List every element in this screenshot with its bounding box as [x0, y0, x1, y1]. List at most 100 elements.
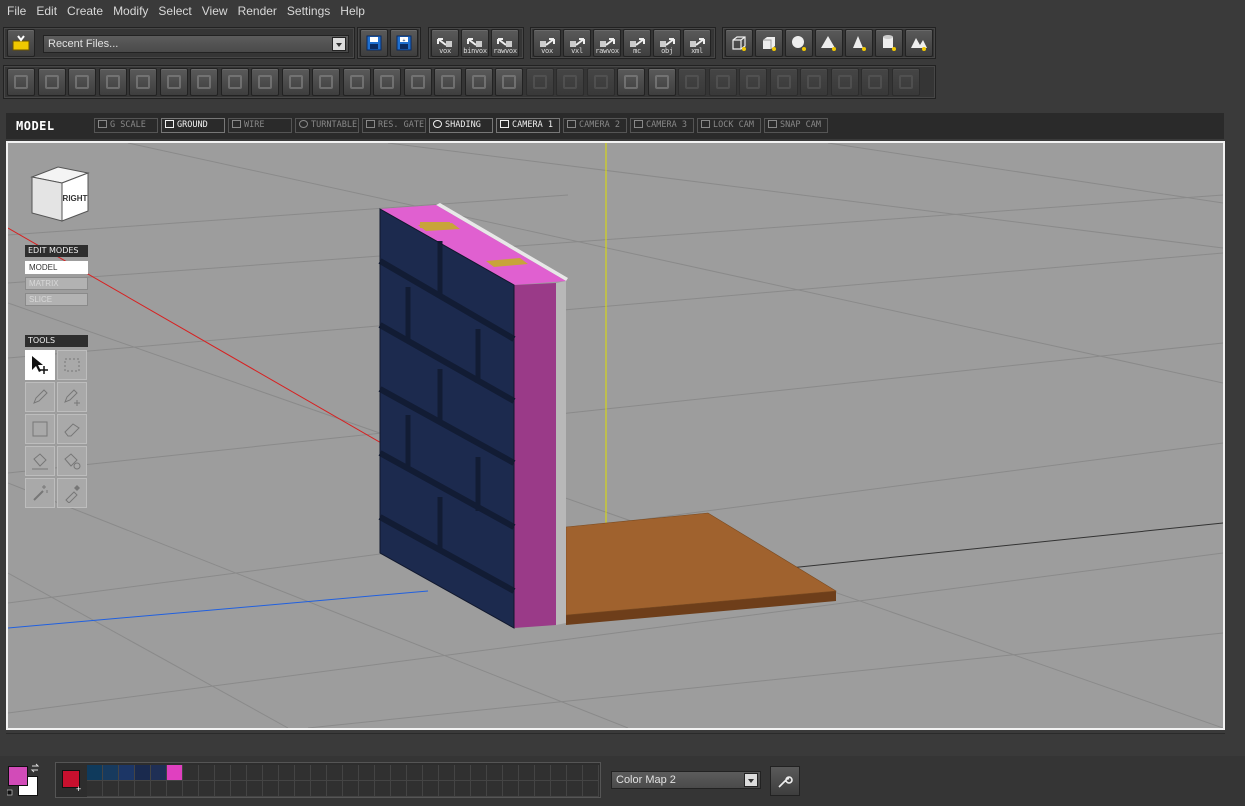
move-y-button[interactable] — [251, 68, 279, 96]
palette-cell[interactable] — [247, 781, 263, 797]
mode-slice-button[interactable]: SLICE — [25, 293, 88, 306]
palette-cell[interactable] — [199, 765, 215, 781]
unpack-button[interactable] — [708, 68, 737, 96]
pencil-tool[interactable] — [25, 382, 55, 412]
palette-cell[interactable] — [471, 765, 487, 781]
select-move-tool[interactable] — [25, 350, 55, 380]
toggle-shading[interactable]: SHADING — [429, 118, 493, 133]
import-xml-button[interactable]: xml — [683, 29, 711, 57]
create-box-button[interactable] — [755, 29, 783, 57]
add-color-icon[interactable]: + — [76, 784, 81, 794]
create-cube-outline-button[interactable] — [725, 29, 753, 57]
palette-cell[interactable] — [471, 781, 487, 797]
palette-cell[interactable] — [215, 765, 231, 781]
palette-cell[interactable] — [135, 765, 151, 781]
scene-canvas[interactable] — [8, 143, 1223, 728]
palette-cell[interactable] — [551, 781, 567, 797]
palette-cell[interactable] — [343, 781, 359, 797]
bin-alt-button[interactable] — [891, 68, 920, 96]
menu-view[interactable]: View — [197, 0, 233, 22]
palette-cell[interactable] — [535, 765, 551, 781]
palette-cell[interactable] — [375, 781, 391, 797]
palette-cell[interactable] — [551, 765, 567, 781]
palette-cell[interactable] — [151, 765, 167, 781]
palette-cell[interactable] — [327, 765, 343, 781]
palette-cell[interactable] — [439, 781, 455, 797]
mode-matrix-button[interactable]: MATRIX — [25, 277, 88, 290]
palette-cell[interactable] — [391, 781, 407, 797]
move-x-button[interactable] — [220, 68, 249, 96]
palette-cell[interactable] — [279, 765, 295, 781]
pack-button[interactable] — [678, 68, 706, 96]
palette-cell[interactable] — [567, 765, 583, 781]
merge-button[interactable] — [556, 68, 584, 96]
stack-alt-button[interactable] — [647, 68, 676, 96]
rotate-button[interactable] — [68, 68, 96, 96]
save-as-button[interactable]: + — [390, 29, 418, 57]
palette-cell[interactable] — [87, 781, 103, 797]
center-button[interactable] — [7, 68, 35, 96]
palette-cell[interactable] — [167, 765, 183, 781]
palette-cell[interactable] — [135, 781, 151, 797]
palette-cell[interactable] — [183, 765, 199, 781]
fit-button[interactable] — [37, 68, 66, 96]
palette-cell[interactable] — [407, 781, 423, 797]
create-pyramid-button[interactable] — [845, 29, 873, 57]
palette-cell[interactable] — [567, 781, 583, 797]
layer-button[interactable] — [800, 68, 828, 96]
swap-colors-icon[interactable] — [30, 763, 40, 773]
toggle-snap-cam[interactable]: SNAP CAM — [764, 118, 828, 133]
palette-cell[interactable] — [263, 765, 279, 781]
palette-cell[interactable] — [503, 765, 519, 781]
toggle-g-scale[interactable]: G SCALE — [94, 118, 158, 133]
palette-cell[interactable] — [375, 765, 391, 781]
palette-cell[interactable] — [455, 765, 471, 781]
palette-cell[interactable] — [183, 781, 199, 797]
bomb-button[interactable] — [464, 68, 493, 96]
palette-cell[interactable] — [519, 781, 535, 797]
mode-model-button[interactable]: MODEL — [25, 261, 88, 274]
import-vxl-button[interactable]: vxl — [563, 29, 591, 57]
marquee-select-tool[interactable] — [57, 350, 87, 380]
palette-cell[interactable] — [391, 765, 407, 781]
palette-cell[interactable] — [119, 781, 135, 797]
palette-cell[interactable] — [359, 781, 375, 797]
palette-cell[interactable] — [231, 781, 247, 797]
loop-button[interactable] — [98, 68, 127, 96]
recent-files-dropdown[interactable]: Recent Files... — [43, 35, 349, 53]
fill-bucket-tool[interactable] — [25, 446, 55, 476]
toggle-camera-1[interactable]: CAMERA 1 — [496, 118, 560, 133]
primary-color-swatch[interactable] — [8, 766, 28, 786]
palette-settings-button[interactable] — [770, 766, 800, 796]
import-obj-button[interactable]: obj — [653, 29, 681, 57]
menu-file[interactable]: File — [2, 0, 31, 22]
palette-cell[interactable] — [311, 765, 327, 781]
box-draw-tool[interactable] — [25, 414, 55, 444]
palette-cell[interactable] — [487, 781, 503, 797]
palette-cell[interactable] — [487, 765, 503, 781]
palette-cell[interactable] — [359, 765, 375, 781]
3d-viewport[interactable]: RIGHT EDIT MODES MODEL MATRIX SLICE TOOL… — [6, 141, 1225, 730]
rotate-x-button[interactable] — [129, 68, 157, 96]
menu-render[interactable]: Render — [233, 0, 282, 22]
save-matrix-button[interactable] — [403, 68, 432, 96]
bounds-button[interactable] — [312, 68, 340, 96]
palette-cell[interactable] — [151, 781, 167, 797]
eyedropper-tool[interactable] — [57, 478, 87, 508]
palette-cell[interactable] — [519, 765, 535, 781]
create-mountains-button[interactable] — [905, 29, 933, 57]
palette-cell[interactable] — [103, 765, 119, 781]
toggle-lock-cam[interactable]: LOCK CAM — [697, 118, 761, 133]
rotate-z-button[interactable] — [190, 68, 218, 96]
palette-cell[interactable] — [87, 765, 103, 781]
create-cylinder-button[interactable] — [875, 29, 903, 57]
view-cube[interactable]: RIGHT — [28, 165, 92, 223]
magic-wand-tool[interactable] — [25, 478, 55, 508]
color-map-dropdown[interactable]: Color Map 2 — [611, 771, 761, 789]
syringe-button[interactable] — [495, 68, 523, 96]
palette-cell[interactable] — [535, 781, 551, 797]
toggle-camera-2[interactable]: CAMERA 2 — [563, 118, 627, 133]
layer-alt-button[interactable] — [830, 68, 859, 96]
menu-settings[interactable]: Settings — [282, 0, 335, 22]
pencil-add-tool[interactable] — [57, 382, 87, 412]
